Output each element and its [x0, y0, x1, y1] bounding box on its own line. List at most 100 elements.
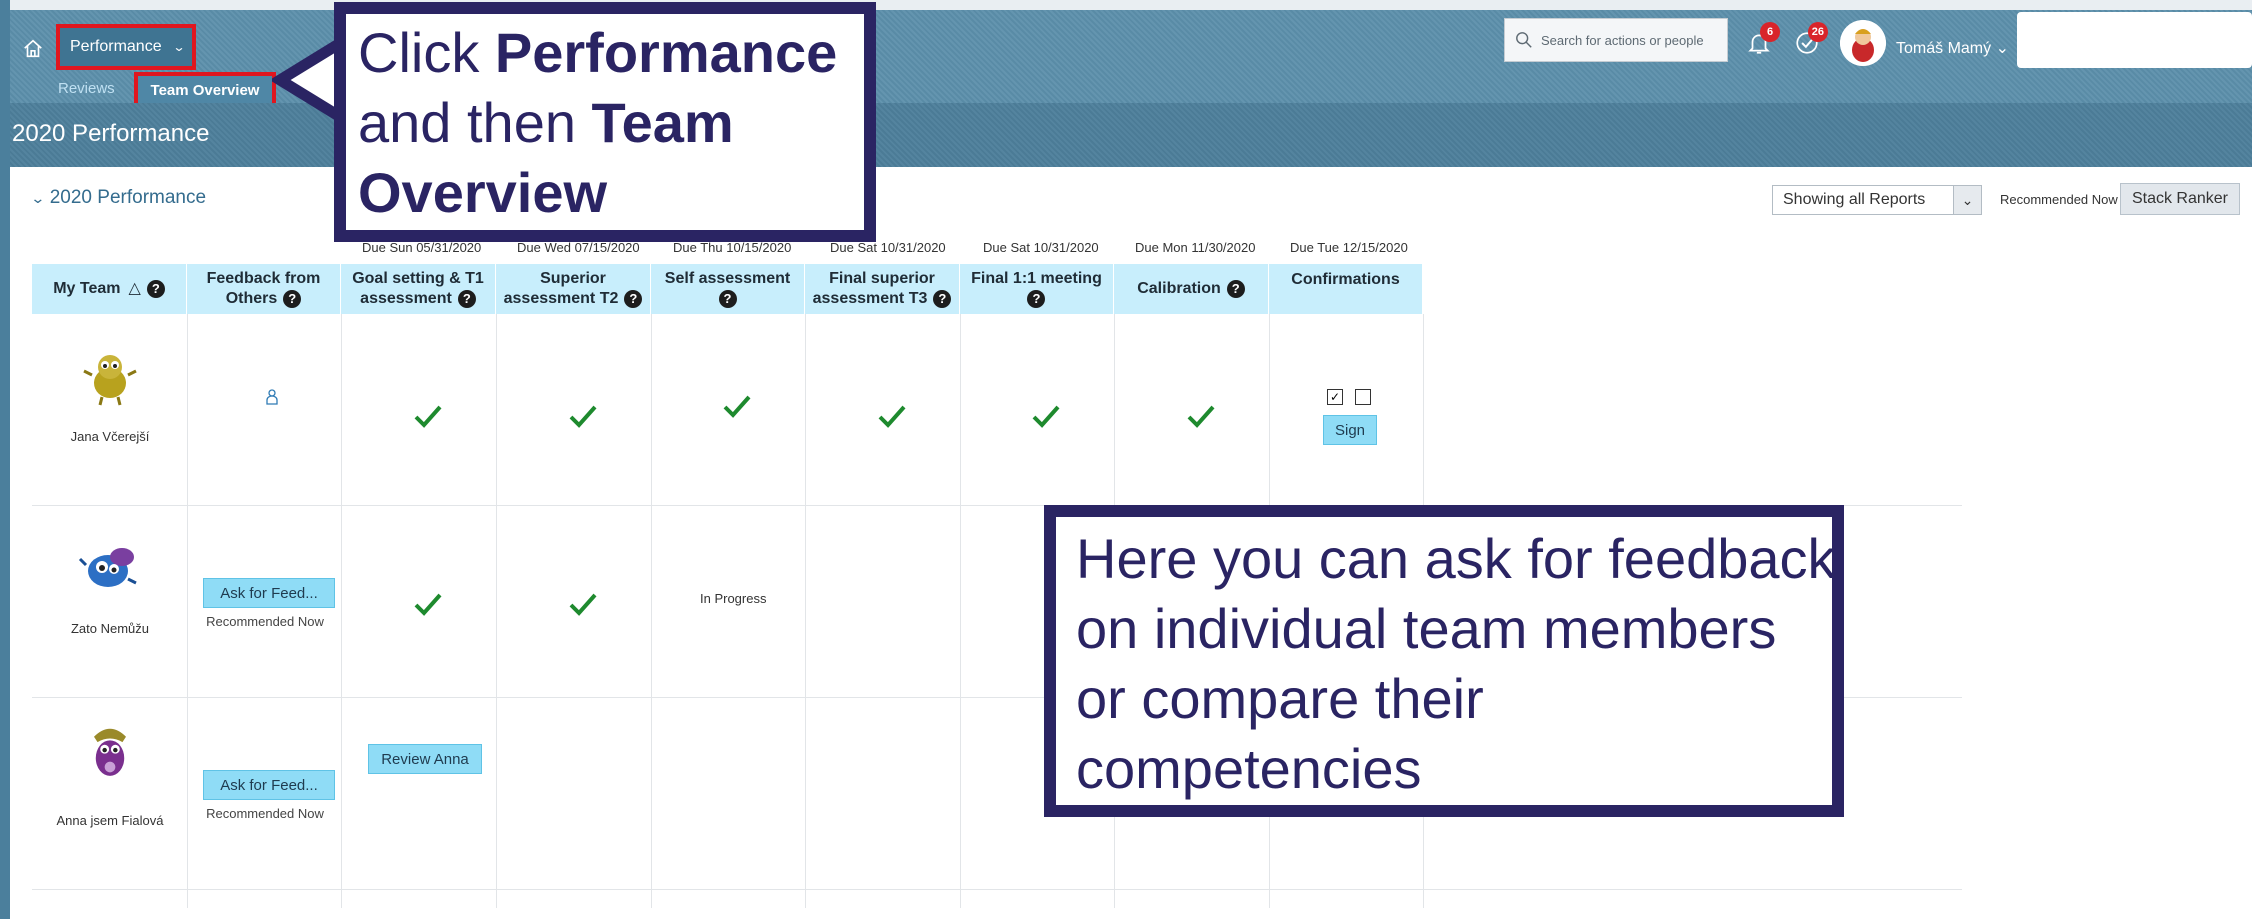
col-header-confirmations: Confirmations: [1269, 264, 1423, 314]
help-icon[interactable]: ?: [146, 280, 165, 298]
section-toggle[interactable]: ⌄ 2020 Performance: [30, 187, 207, 209]
member-avatar-jana: [83, 355, 137, 406]
help-icon[interactable]: ?: [1027, 289, 1046, 308]
chevron-down-icon: ⌄: [30, 189, 46, 206]
due-date: Due Sat 10/31/2020: [830, 240, 946, 255]
col-header-feedback: Feedback from Others?: [187, 264, 341, 314]
reports-filter-value: Showing all Reports: [1783, 191, 1926, 208]
help-icon[interactable]: ?: [933, 289, 952, 308]
check-icon: [414, 593, 442, 616]
member-avatar-zato: [78, 548, 137, 587]
header-line: Final superior: [829, 270, 935, 287]
notifications-button[interactable]: 6: [1746, 22, 1780, 56]
recommended-now-label: Recommended Now: [2000, 192, 2118, 207]
check-icon: [878, 405, 906, 428]
check-icon: [1187, 405, 1215, 428]
header-label: Calibration: [1137, 280, 1221, 297]
check-icon: [569, 405, 597, 428]
help-icon[interactable]: ?: [624, 289, 643, 308]
due-date: Due Sat 10/31/2020: [983, 240, 1099, 255]
help-icon[interactable]: ?: [1226, 280, 1245, 298]
column-divider: [187, 314, 188, 908]
header-line: Superior: [540, 270, 606, 287]
recommended-now-label: Recommended Now: [206, 614, 324, 629]
home-icon[interactable]: [22, 38, 44, 60]
chevron-down-icon: ⌄: [172, 40, 186, 54]
header-line: Feedback from: [206, 270, 321, 287]
col-header-final-t3: Final superior assessment T3?: [805, 264, 960, 314]
help-icon[interactable]: ?: [283, 289, 302, 308]
col-header-superior-t2: Superior assessment T2?: [496, 264, 651, 314]
chevron-down-icon: ⌄: [1953, 186, 1981, 214]
column-divider: [651, 314, 652, 908]
callout-text-bold: Overview: [358, 161, 608, 224]
col-header-goal-setting: Goal setting & T1 assessment?: [341, 264, 496, 314]
section-title: 2020 Performance: [49, 187, 207, 208]
confirmation-checkbox[interactable]: [1355, 389, 1371, 405]
ask-for-feedback-button[interactable]: Ask for Feed...: [203, 578, 335, 608]
user-menu[interactable]: Tomáš Mamý ⌄: [1896, 38, 2009, 58]
due-date: Due Thu 10/15/2020: [673, 240, 792, 255]
col-header-calibration: Calibration ?: [1114, 264, 1269, 314]
header-label: My Team: [53, 280, 121, 297]
col-header-final-meeting: Final 1:1 meeting ?: [960, 264, 1114, 314]
search-icon: [1516, 32, 1532, 48]
check-icon: [569, 593, 597, 616]
callout-text-bold: Team: [591, 91, 734, 154]
due-date: Due Mon 11/30/2020: [1135, 240, 1256, 255]
member-name[interactable]: Jana Včerejší: [35, 429, 185, 444]
tab-reviews[interactable]: Reviews: [58, 80, 115, 97]
callout-text: Click: [358, 21, 495, 84]
performance-menu-button[interactable]: Performance ⌄: [56, 24, 196, 70]
search-input[interactable]: Search for actions or people: [1504, 18, 1728, 62]
reports-filter-select[interactable]: Showing all Reports ⌄: [1772, 185, 1982, 215]
page-title: 2020 Performance: [12, 120, 210, 147]
instruction-callout-top-text: Click Performance and then Team Overview: [358, 18, 878, 228]
column-divider: [805, 314, 806, 908]
check-icon: [414, 405, 442, 428]
header-line: assessment T3: [812, 290, 928, 307]
chevron-down-icon: ⌄: [1995, 40, 2009, 57]
member-avatar-anna: [94, 728, 126, 776]
member-name[interactable]: Zato Nemůžu: [35, 621, 185, 636]
column-divider: [960, 314, 961, 908]
sign-button[interactable]: Sign: [1323, 415, 1377, 445]
stack-ranker-button[interactable]: Stack Ranker: [2120, 183, 2240, 215]
col-header-self-assessment: Self assessment ?: [651, 264, 805, 314]
user-name: Tomáš Mamý: [1896, 40, 1992, 57]
person-icon[interactable]: [265, 389, 279, 405]
ask-for-feedback-button[interactable]: Ask for Feed...: [203, 770, 335, 800]
callout-text: and then: [358, 91, 592, 154]
user-avatar[interactable]: [1840, 20, 1886, 66]
instruction-callout-bottom-text: Here you can ask for feedback on individ…: [1076, 527, 1836, 800]
due-date: Due Sun 05/31/2020: [362, 240, 482, 255]
column-divider: [496, 314, 497, 908]
header-line: assessment: [360, 290, 452, 307]
performance-menu-label: Performance: [70, 38, 162, 55]
help-icon[interactable]: ?: [457, 289, 476, 308]
sort-triangle-icon: △: [128, 280, 141, 297]
help-icon[interactable]: ?: [718, 289, 737, 308]
header-label: Confirmations: [1291, 271, 1400, 288]
header-line: assessment T2: [503, 290, 619, 307]
due-date: Due Tue 12/15/2020: [1290, 240, 1408, 255]
confirmation-checkbox-checked[interactable]: ✓: [1327, 389, 1343, 405]
callout-pointer: [272, 37, 342, 123]
check-icon: [723, 395, 751, 418]
notifications-badge: 6: [1760, 22, 1780, 42]
header-line: Self assessment: [664, 270, 791, 287]
window-left-border: [0, 0, 10, 919]
row-divider: [32, 889, 1962, 890]
header-line: Goal setting & T1: [352, 270, 484, 287]
todo-button[interactable]: 26: [1794, 22, 1828, 56]
header-blank-panel: [2017, 12, 2252, 68]
search-placeholder: Search for actions or people: [1541, 32, 1704, 48]
review-anna-button[interactable]: Review Anna: [368, 744, 482, 774]
status-in-progress[interactable]: In Progress: [700, 591, 766, 606]
app-window: Performance ⌄ Reviews Team Overview Sear…: [0, 0, 2252, 919]
col-header-my-team[interactable]: My Team △ ?: [32, 264, 187, 314]
member-name[interactable]: Anna jsem Fialová: [35, 813, 185, 828]
header-line: Others: [225, 290, 278, 307]
column-divider: [341, 314, 342, 908]
recommended-now-label: Recommended Now: [206, 806, 324, 821]
